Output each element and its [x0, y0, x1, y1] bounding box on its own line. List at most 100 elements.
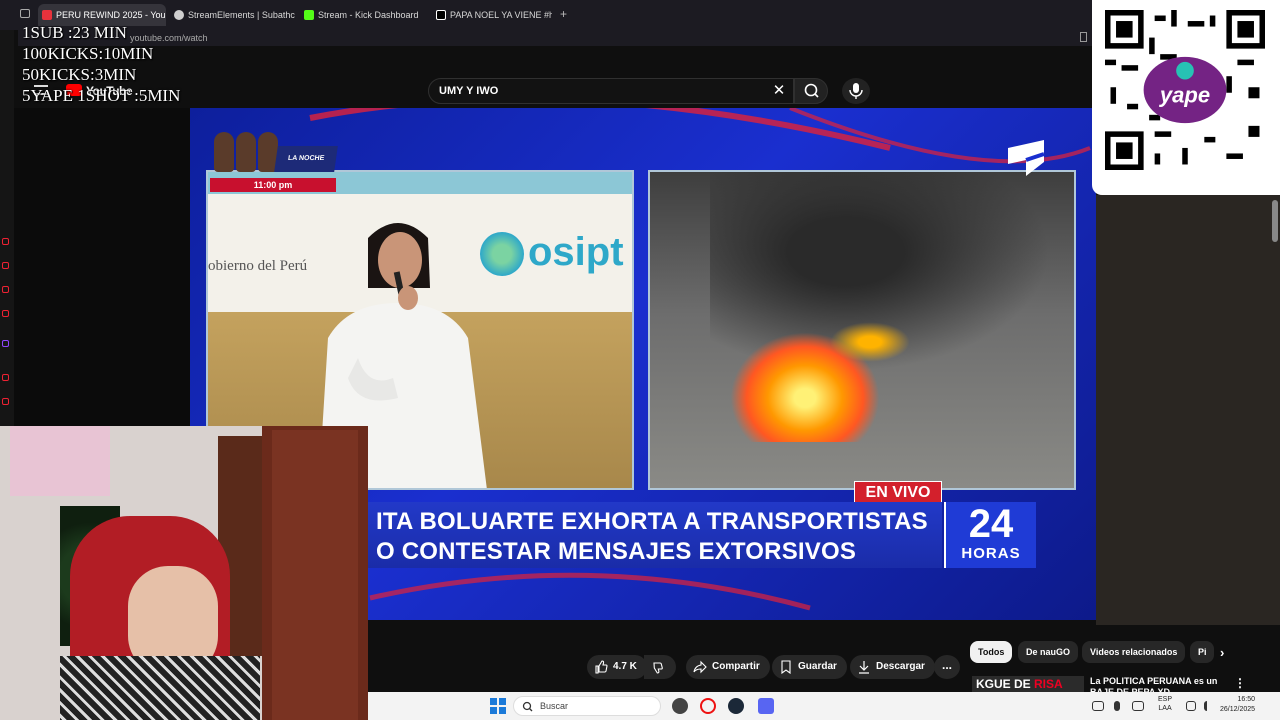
news-headline: ITA BOLUARTE EXHORTA A TRANSPORTISTAS O … [368, 502, 942, 568]
kick-icon [304, 10, 314, 20]
headline-line: ITA BOLUARTE EXHORTA A TRANSPORTISTAS [376, 508, 928, 535]
sidebar-icon[interactable] [2, 340, 9, 347]
thumbs-up-icon [595, 660, 608, 674]
display-icon[interactable] [1132, 701, 1144, 711]
yape-qr-card: yape [1092, 0, 1280, 195]
host-image [236, 132, 256, 172]
door [272, 430, 358, 720]
taskbar-search-placeholder: Buscar [540, 701, 569, 711]
tiktok-icon [436, 10, 446, 20]
download-label: Descargar [876, 661, 925, 672]
browser-tab[interactable]: StreamElements | Subathc [170, 4, 296, 26]
sidebar-strip [0, 30, 14, 426]
scrollbar-thumb[interactable] [1272, 200, 1278, 242]
left-pane [14, 108, 190, 426]
share-label: Compartir [712, 661, 760, 672]
chip-all[interactable]: Todos [970, 641, 1013, 663]
search-icon [804, 83, 819, 98]
search-icon [522, 701, 533, 712]
show-promo: LA NOCHE HABLA 11:00 pm [210, 128, 338, 192]
recommendation-thumbnail[interactable]: KGUE DE RISA [972, 676, 1084, 692]
sidebar-icon[interactable] [2, 374, 9, 381]
chip-channel[interactable]: De nauGO [1018, 641, 1079, 663]
counter-text: 5YAPE 1SHOT :5MIN [22, 86, 181, 105]
promo-badge: LA NOCHE HABLA [274, 146, 338, 188]
tab-label: Stream - Kick Dashboard [318, 10, 419, 20]
osip-text: osipt [528, 230, 624, 274]
plush-shelf [10, 426, 110, 496]
voice-search-button[interactable] [842, 78, 870, 104]
logo-word: HORAS [961, 545, 1021, 562]
share-button[interactable]: Compartir [686, 655, 770, 679]
tab-label: PAPA NOEL YA VIENE #hu [450, 10, 552, 20]
clock-date: 26/12/2025 [1220, 706, 1256, 713]
window-icon[interactable] [20, 9, 30, 18]
chip-related[interactable]: Videos relacionados [1082, 641, 1186, 663]
fire [830, 322, 910, 362]
clock-time: 16:50 [1237, 696, 1256, 703]
more-options-button[interactable]: ... [934, 655, 960, 679]
counter-text: 1SUB :23 MIN [22, 23, 127, 42]
windows-start-icon[interactable] [490, 698, 506, 714]
headline-line: O CONTESTAR MENSAJES EXTORSIVOS [376, 538, 857, 565]
address-bar[interactable]: youtube.com/watch [18, 30, 1092, 46]
thumbnail-text-part: KGUE DE [976, 677, 1035, 691]
search-button[interactable] [794, 78, 828, 104]
app-icon[interactable] [672, 698, 688, 714]
wifi-icon[interactable] [1186, 701, 1196, 711]
sidebar-icon[interactable] [2, 238, 9, 245]
thumbnail-text: KGUE DE RISA [976, 676, 1063, 692]
live-badge: EN VIVO [854, 481, 942, 503]
chip-more[interactable]: Pi [1190, 641, 1214, 663]
system-clock[interactable]: 16:50 26/12/2025 [1220, 695, 1255, 715]
like-count: 4.7 K [613, 661, 637, 672]
video-right-panel [648, 170, 1076, 490]
taskbar-search[interactable]: Buscar [513, 696, 661, 716]
network-icon[interactable] [1092, 701, 1104, 711]
browser-tab[interactable]: PAPA NOEL YA VIENE #hu [432, 4, 552, 26]
save-label: Guardar [798, 661, 837, 672]
counter-text: 100KICKS:10MIN [22, 44, 154, 63]
qr-code: yape [1105, 10, 1265, 170]
pin-icon[interactable] [1080, 32, 1087, 42]
news-channel-logo: 24 HORAS [944, 502, 1036, 568]
download-button[interactable]: Descargar [850, 655, 935, 679]
opera-icon[interactable] [700, 698, 716, 714]
counter-text: 50KICKS:3MIN [22, 65, 137, 84]
dislike-button[interactable] [644, 655, 676, 679]
download-icon [859, 661, 869, 674]
new-tab-icon[interactable]: + [560, 7, 567, 21]
microphone-icon[interactable] [1114, 701, 1120, 711]
logo-number: 24 [968, 502, 1014, 546]
kebab-menu-icon[interactable]: ⋮ [1234, 676, 1246, 690]
svg-text:yape: yape [1159, 83, 1210, 108]
tab-label: PERU REWIND 2025 - You [56, 10, 166, 20]
close-icon[interactable]: ✕ [768, 80, 790, 102]
language-layout: LAA [1158, 705, 1172, 712]
volume-icon[interactable] [1204, 701, 1214, 711]
browser-tab[interactable]: Stream - Kick Dashboard [300, 4, 428, 26]
channel-logo-icon [1008, 140, 1045, 176]
language-indicator[interactable]: ESP LAA [1158, 695, 1172, 713]
promo-time: 11:00 pm [210, 178, 336, 192]
search-input[interactable]: UMY Y IWO [428, 78, 794, 104]
sidebar-icon[interactable] [2, 262, 9, 269]
streamer-sweater [60, 656, 260, 720]
streamelements-icon [174, 10, 184, 20]
thumbs-down-icon [653, 662, 663, 674]
save-button[interactable]: Guardar [772, 655, 847, 679]
sidebar-icon[interactable] [2, 398, 9, 405]
url-text: youtube.com/watch [130, 33, 208, 43]
sidebar-icon[interactable] [2, 286, 9, 293]
like-button[interactable]: 4.7 K [587, 655, 647, 679]
thumbnail-text-part: RISA [1034, 677, 1063, 691]
share-icon [693, 660, 707, 674]
chevron-right-icon[interactable]: › [1220, 645, 1224, 660]
language-code: ESP [1158, 696, 1173, 703]
steam-icon[interactable] [728, 698, 744, 714]
tab-label: StreamElements | Subathc [188, 10, 295, 20]
discord-icon[interactable] [758, 698, 774, 714]
webcam-overlay [0, 426, 368, 720]
sidebar-icon[interactable] [2, 310, 9, 317]
windows-taskbar: Buscar ESP LAA 16:50 26/12/2025 [368, 692, 1280, 720]
